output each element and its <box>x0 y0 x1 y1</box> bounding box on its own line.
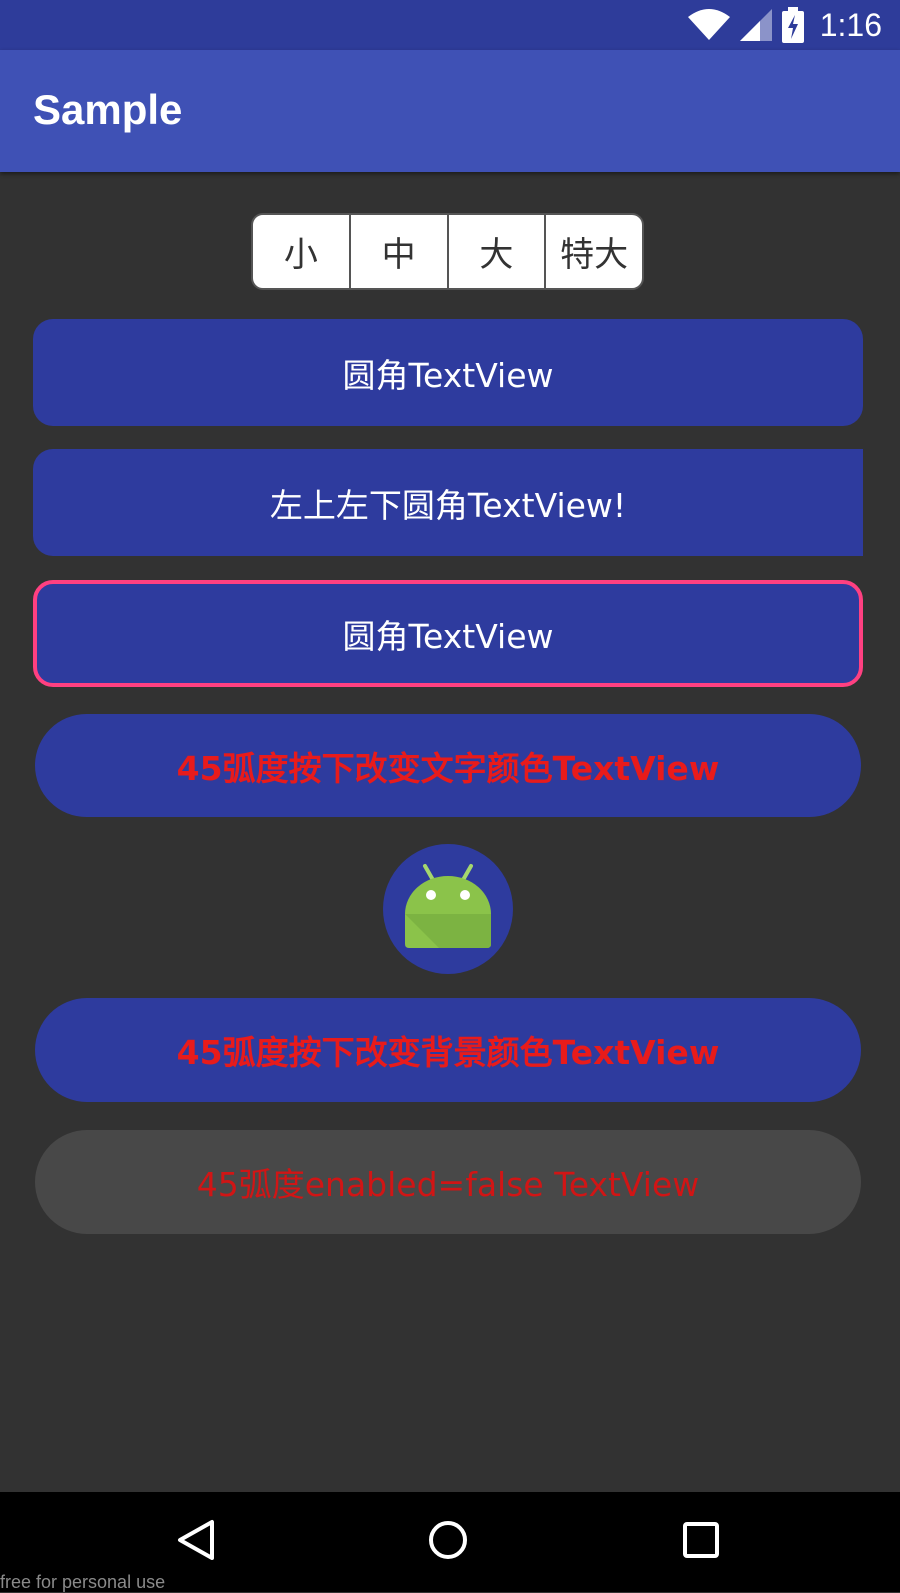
status-bar: 1:16 <box>0 0 900 50</box>
back-icon <box>176 1519 216 1565</box>
disabled-textview: 45弧度enabled=false TextView <box>35 1130 861 1234</box>
size-option-medium[interactable]: 中 <box>351 215 449 288</box>
press-background-textview[interactable]: 45弧度按下改变背景颜色TextView <box>35 998 861 1102</box>
back-button[interactable] <box>168 1514 224 1570</box>
page-title: Sample <box>33 86 183 133</box>
home-icon <box>427 1519 469 1565</box>
rounded-textview[interactable]: 圆角TextView <box>33 319 863 426</box>
recents-button[interactable] <box>673 1514 729 1570</box>
app-bar: Sample <box>0 50 900 172</box>
rounded-border-textview[interactable]: 圆角TextView <box>33 580 863 687</box>
watermark-text: free for personal use <box>0 1572 166 1592</box>
recents-icon <box>682 1521 720 1563</box>
battery-charging-icon <box>781 7 804 43</box>
status-clock: 1:16 <box>819 6 882 43</box>
left-rounded-textview[interactable]: 左上左下圆角TextView! <box>33 449 863 556</box>
size-option-small[interactable]: 小 <box>253 215 351 288</box>
size-selector: 小 中 大 特大 <box>251 213 644 290</box>
cell-signal-icon <box>739 9 772 41</box>
press-text-color-textview[interactable]: 45弧度按下改变文字颜色TextView <box>35 714 861 817</box>
home-button[interactable] <box>420 1514 476 1570</box>
wifi-icon <box>687 9 730 41</box>
size-option-extra-large[interactable]: 特大 <box>546 215 642 288</box>
avatar[interactable] <box>383 844 513 974</box>
size-option-large[interactable]: 大 <box>449 215 547 288</box>
main-content: 小 中 大 特大 圆角TextView 左上左下圆角TextView! 圆角Te… <box>0 172 900 1492</box>
android-robot-icon <box>405 862 491 956</box>
